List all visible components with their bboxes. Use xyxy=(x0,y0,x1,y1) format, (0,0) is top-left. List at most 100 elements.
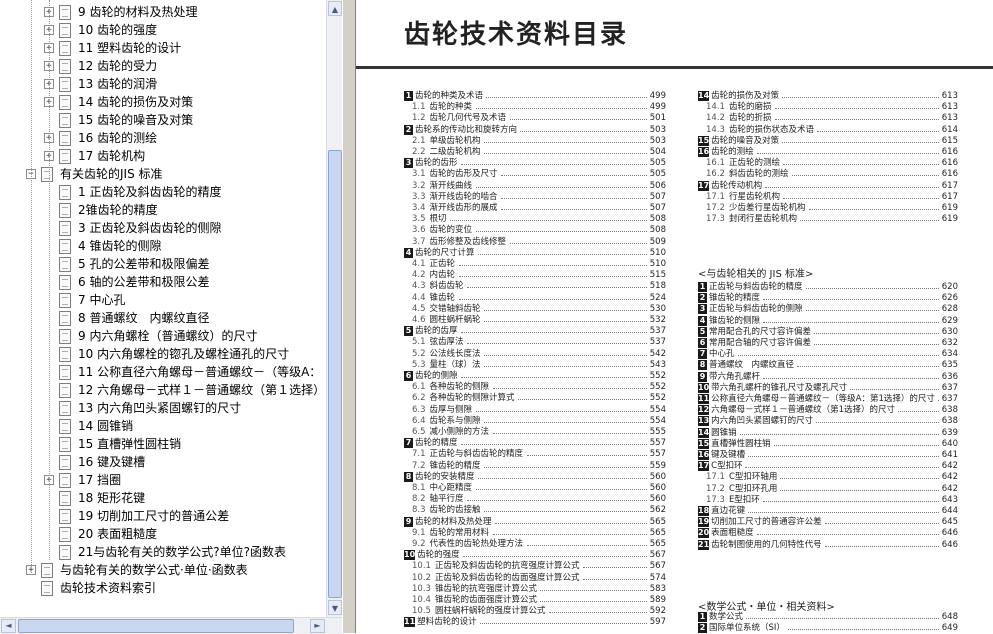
toc-section-entry[interactable]: 8.2 轴平行度 560 xyxy=(404,494,666,505)
toc-section-entry[interactable]: 14.2 齿轮的折损 613 xyxy=(698,113,958,124)
toc-chapter-entry[interactable]: 1 正齿轮与斜齿齿轮的精度 620 xyxy=(698,282,958,293)
toc-chapter-entry[interactable]: 12 六角螺母－式样１－普通螺纹（第1选择）的尺寸 638 xyxy=(698,405,958,416)
toc-section-entry[interactable]: 6.2 各种齿轮的侧隙计算式 552 xyxy=(404,393,666,404)
leader-dots xyxy=(850,388,939,390)
scroll-thumb[interactable] xyxy=(328,150,342,598)
toc-chapter-entry[interactable]: 2 锥齿轮的精度 626 xyxy=(698,293,958,304)
toc-section-entry[interactable]: 6.5 减小侧隙的方法 555 xyxy=(404,427,666,438)
toc-section-entry[interactable]: 4.4 锥齿轮 524 xyxy=(404,293,666,304)
toc-section-entry[interactable]: 10.4 锥齿轮的齿面强度计算公式 589 xyxy=(404,595,666,606)
tree-horizontal-scrollbar[interactable]: ◄ ► xyxy=(0,617,342,634)
toc-chapter-entry[interactable]: 16 齿轮的测绘 616 xyxy=(698,147,958,158)
tree-item[interactable]: + 与齿轮有关的数学公式·单位·函数表 xyxy=(0,561,326,579)
toc-section-entry[interactable]: 4.5 交错轴斜齿轮 530 xyxy=(404,304,666,315)
toc-chapter-entry[interactable]: 13 内六角凹头紧固螺钉的尺寸 638 xyxy=(698,416,958,427)
toc-section-entry[interactable]: 6.4 齿轮系与侧隙 554 xyxy=(404,416,666,427)
hscroll-thumb[interactable] xyxy=(18,619,294,633)
scroll-down-button[interactable]: ▼ xyxy=(328,600,342,615)
toc-chapter-entry[interactable]: 8 普通螺纹 内螺纹直径 635 xyxy=(698,360,958,371)
toc-section-entry[interactable]: 10.5 圆柱蜗杆蜗轮的强度计算公式 592 xyxy=(404,606,666,617)
toc-chapter-entry[interactable]: 15 齿轮的噪音及对策 615 xyxy=(698,135,958,147)
section-number: 6.4 xyxy=(412,415,426,426)
toc-chapter-entry[interactable]: 8 齿轮的安装精度 560 xyxy=(404,471,666,483)
toc-section-entry[interactable]: 17.2 C型扣环孔用 642 xyxy=(698,484,958,495)
toc-chapter-entry[interactable]: 19 切削加工尺寸的普通容许公差 645 xyxy=(698,517,958,528)
toc-chapter-entry[interactable]: 17 C型扣环 642 xyxy=(698,461,958,472)
toc-chapter-entry[interactable]: 2 齿轮系的传动比和旋转方向 503 xyxy=(404,124,666,136)
toc-chapter-entry[interactable]: 5 齿轮的齿厚 537 xyxy=(404,326,666,337)
toc-section-entry[interactable]: 7.2 锥齿轮的精度 559 xyxy=(404,461,666,472)
toc-chapter-entry[interactable]: 9 带六角孔螺杆 636 xyxy=(698,371,958,383)
tree-item[interactable]: 齿轮技术资料索引 xyxy=(0,579,326,597)
toc-section-entry[interactable]: 1.2 齿轮几何代号及术语 501 xyxy=(404,113,666,124)
toc-section-entry[interactable]: 9.2 代表性的齿轮热处理方法 565 xyxy=(404,539,666,550)
toc-section-entry[interactable]: 17.3 封闭行星齿轮机构 619 xyxy=(698,214,958,225)
toc-section-entry[interactable]: 5.1 弦齿厚法 537 xyxy=(404,337,666,348)
toc-section-entry[interactable]: 9.1 齿轮的常用材料 565 xyxy=(404,528,666,539)
toc-section-entry[interactable]: 4.2 内齿轮 515 xyxy=(404,270,666,281)
toc-section-entry[interactable]: 6.1 各种齿轮的侧隙 552 xyxy=(404,382,666,393)
toc-section-entry[interactable]: 3.6 齿轮的变位 508 xyxy=(404,225,666,236)
toc-section-entry[interactable]: 6.3 齿厚与侧隙 554 xyxy=(404,405,666,416)
scroll-up-button[interactable]: ▲ xyxy=(328,1,342,16)
toc-chapter-entry[interactable]: 15 直槽弹性圆柱销 640 xyxy=(698,438,958,450)
toc-chapter-entry[interactable]: 6 常用配合轴的尺寸容许偏差 632 xyxy=(698,338,958,349)
toc-section-entry[interactable]: 8.1 中心距精度 560 xyxy=(404,483,666,494)
toc-section-entry[interactable]: 14.3 齿轮的损伤状态及术语 614 xyxy=(698,125,958,136)
toc-chapter-entry[interactable]: 11 公称直径六角螺母－普通螺纹－（等级A：第1选择）的尺寸 637 xyxy=(698,394,958,405)
toc-chapter-entry[interactable]: 6 齿轮的侧隙 552 xyxy=(404,371,666,382)
pane-splitter[interactable] xyxy=(342,0,356,633)
toc-section-entry[interactable]: 4.3 斜齿齿轮 518 xyxy=(404,281,666,292)
toc-section-entry[interactable]: 10.2 正齿轮及斜齿齿轮的齿面强度计算公式 574 xyxy=(404,573,666,584)
toc-chapter-entry[interactable]: 2 国际单位系统（SI） 649 xyxy=(698,623,958,633)
toc-chapter-entry[interactable]: 21 齿轮制图使用的几何特性代号 646 xyxy=(698,539,958,551)
toc-chapter-entry[interactable]: 7 齿轮的精度 557 xyxy=(404,438,666,449)
toc-section-entry[interactable]: 7.1 正齿轮与斜齿齿轮的精度 557 xyxy=(404,449,666,460)
toc-chapter-entry[interactable]: 17 齿轮传动机构 617 xyxy=(698,180,958,192)
scroll-right-button[interactable]: ► xyxy=(310,619,325,633)
toc-section-entry[interactable]: 8.3 齿轮的齿接触 562 xyxy=(404,505,666,516)
toc-section-entry[interactable]: 3.3 渐开线齿轮的啮合 507 xyxy=(404,192,666,203)
toc-chapter-entry[interactable]: 9 齿轮的材料及热处理 565 xyxy=(404,516,666,528)
toc-chapter-entry[interactable]: 16 键及键槽 641 xyxy=(698,450,958,461)
toc-chapter-entry[interactable]: 4 锥齿轮的侧隙 629 xyxy=(698,315,958,327)
toc-chapter-entry[interactable]: 3 齿轮的齿形 505 xyxy=(404,158,666,169)
toc-section-entry[interactable]: 17.1 行星齿轮机构 617 xyxy=(698,192,958,203)
toc-section-entry[interactable]: 17.3 E型扣环 643 xyxy=(698,495,958,506)
toc-chapter-entry[interactable]: 5 常用配合孔的尺寸容许偏差 630 xyxy=(698,326,958,338)
toc-chapter-entry[interactable]: 7 中心孔 634 xyxy=(698,349,958,360)
toc-section-entry[interactable]: 3.7 齿形修整及齿线修整 509 xyxy=(404,237,666,248)
toc-section-entry[interactable]: 2.1 单级齿轮机构 503 xyxy=(404,136,666,147)
toc-section-entry[interactable]: 3.4 渐开线齿形的展成 507 xyxy=(404,203,666,214)
toc-section-entry[interactable]: 17.2 少齿差行星齿轮机构 619 xyxy=(698,203,958,214)
toc-section-entry[interactable]: 4.1 正齿轮 510 xyxy=(404,259,666,270)
toc-section-entry[interactable]: 3.1 齿轮的齿形及尺寸 505 xyxy=(404,169,666,180)
toc-chapter-entry[interactable]: 11 塑料齿轮的设计 597 xyxy=(404,617,666,628)
toc-chapter-entry[interactable]: 14 齿轮的损伤及对策 613 xyxy=(698,91,958,102)
tree-vertical-scrollbar[interactable]: ▲ ▼ xyxy=(326,0,343,617)
toc-chapter-entry[interactable]: 14 圆锥销 639 xyxy=(698,427,958,439)
toc-section-entry[interactable]: 14.1 齿轮的磨损 613 xyxy=(698,102,958,113)
toc-chapter-entry[interactable]: 4 齿轮的尺寸计算 510 xyxy=(404,247,666,259)
toc-chapter-entry[interactable]: 10 带六角孔螺杆的锥孔尺寸及螺孔尺寸 637 xyxy=(698,382,958,394)
scroll-left-button[interactable]: ◄ xyxy=(1,619,16,633)
toc-section-entry[interactable]: 10.1 正齿轮及斜齿齿轮的抗弯强度计算公式 567 xyxy=(404,561,666,572)
toc-section-entry[interactable]: 5.3 量柱（球）法 543 xyxy=(404,360,666,371)
toc-section-entry[interactable]: 3.2 渐开线曲线 506 xyxy=(404,181,666,192)
toc-chapter-entry[interactable]: 10 齿轮的强度 567 xyxy=(404,550,666,561)
toc-chapter-entry[interactable]: 20 表面粗糙度 646 xyxy=(698,528,958,539)
toc-chapter-entry[interactable]: 1 数学公式 648 xyxy=(698,612,958,623)
bookmark-tree-panel[interactable]: +9 齿轮的材料及热处理 +10 齿轮的强度 +11 塑料齿轮的设计 +12 齿轮的受… xyxy=(0,0,326,617)
toc-section-entry[interactable]: 17.1 C型扣环轴用 642 xyxy=(698,472,958,483)
toc-section-entry[interactable]: 2.2 二级齿轮机构 504 xyxy=(404,147,666,158)
toc-section-entry[interactable]: 4.6 圆柱蜗杆蜗轮 532 xyxy=(404,315,666,326)
toc-section-entry[interactable]: 16.2 斜齿齿轮的测绘 616 xyxy=(698,169,958,180)
toc-chapter-entry[interactable]: 3 正齿轮与斜齿齿轮的侧隙 628 xyxy=(698,304,958,315)
toc-section-entry[interactable]: 16.1 正齿轮的测绘 616 xyxy=(698,158,958,169)
toc-section-entry[interactable]: 10.3 锥齿轮的抗弯强度计算公式 583 xyxy=(404,584,666,595)
toc-section-entry[interactable]: 5.2 公法线长度法 542 xyxy=(404,349,666,360)
toc-section-entry[interactable]: 3.5 根切 508 xyxy=(404,214,666,225)
toc-chapter-entry[interactable]: 18 直边花键 644 xyxy=(698,506,958,517)
toc-chapter-entry[interactable]: 1 齿轮的种类及术语 499 xyxy=(404,91,666,102)
toc-section-entry[interactable]: 1.1 齿轮的种类 499 xyxy=(404,102,666,113)
